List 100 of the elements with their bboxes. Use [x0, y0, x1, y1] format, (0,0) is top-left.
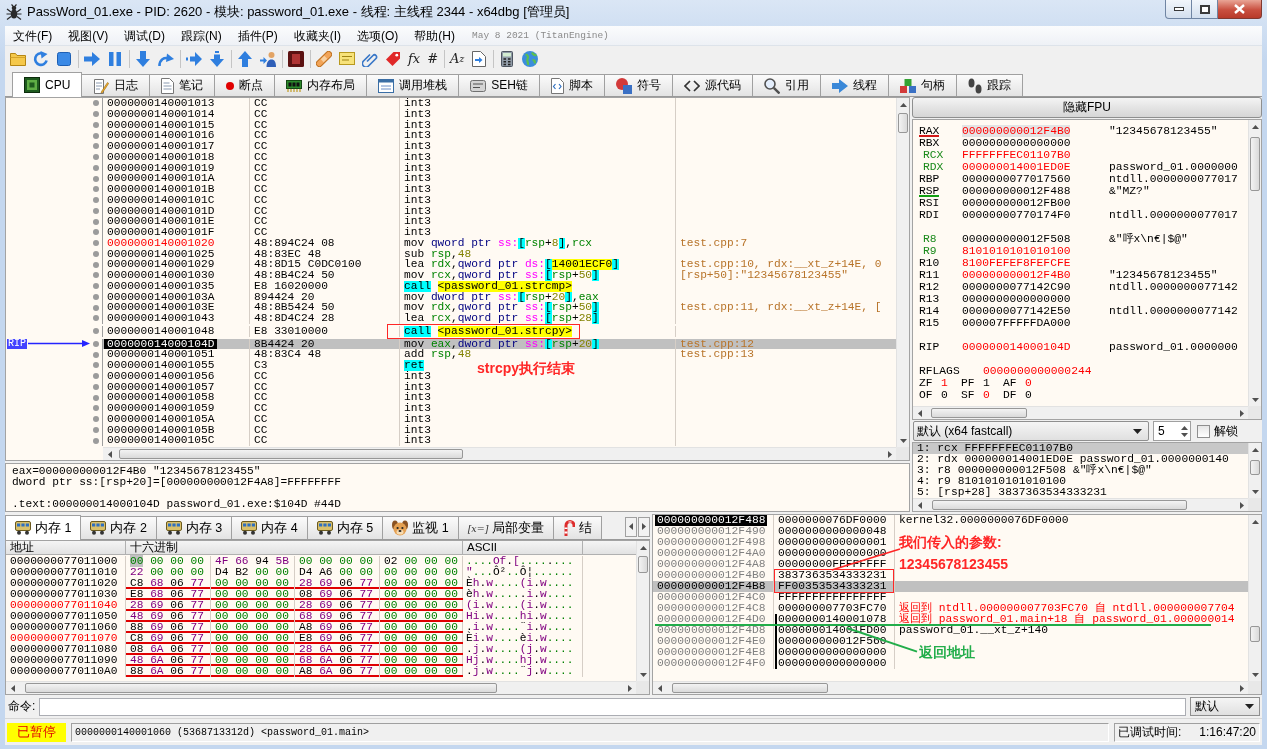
horizontal-scrollbar[interactable] [913, 406, 1248, 419]
menu-item[interactable]: 选项(O) [349, 26, 407, 45]
dot-icon[interactable] [93, 426, 99, 433]
right-arrow-icon[interactable] [627, 684, 632, 692]
dot-icon[interactable] [93, 328, 99, 335]
register-value[interactable]: 000000014000104D [962, 341, 1071, 353]
menu-item[interactable]: 文件(F) [5, 26, 61, 45]
dot-icon[interactable] [93, 240, 99, 247]
scrollbar-thumb[interactable] [898, 113, 908, 133]
argument-row[interactable]: 2: rdx 000000014001ED0E password_01.0000000140 [913, 454, 1248, 465]
vertical-scrollbar[interactable] [636, 541, 649, 681]
scrollbar-thumb[interactable] [25, 683, 497, 693]
register-value[interactable]: 000000014001ED0E [962, 161, 1071, 173]
argument-count-spinbox[interactable]: 5 [1153, 421, 1191, 441]
dot-icon[interactable] [93, 383, 99, 390]
scrollbar-thumb[interactable] [638, 556, 648, 573]
right-arrow-icon[interactable] [1239, 501, 1244, 509]
register-value[interactable]: 0000000000000000 [962, 137, 1071, 149]
flag-value[interactable]: 0 [1025, 377, 1032, 389]
menu-item[interactable]: 跟踪(N) [173, 26, 230, 45]
tab[interactable]: 结 [553, 516, 603, 539]
dot-icon[interactable] [93, 340, 99, 347]
flag-value[interactable]: 1 [941, 377, 948, 389]
horizontal-scrollbar[interactable] [6, 681, 636, 694]
selected-row[interactable]: 000000000012F4B8 FF00353534333231 [653, 581, 1248, 592]
tab[interactable]: 调用堆栈 [366, 74, 460, 96]
up-arrow-icon[interactable] [899, 102, 907, 107]
toolbar-button[interactable]: # [424, 47, 442, 70]
scroll-right-button[interactable] [638, 516, 650, 537]
down-arrow-icon[interactable] [639, 672, 647, 677]
menu-item[interactable]: 调试(D) [116, 26, 173, 45]
vertical-scrollbar[interactable] [896, 98, 909, 447]
command-input[interactable] [39, 697, 1186, 716]
argument-row[interactable]: 1: rcx FFFFFFFEC01107B0 [913, 443, 1248, 454]
column-header[interactable]: ASCII [463, 541, 583, 554]
argument-row[interactable]: 3: r8 000000000012F508 &"呼x\n€|$@" [913, 465, 1248, 476]
dot-icon[interactable] [93, 272, 99, 279]
dot-icon[interactable] [93, 186, 99, 193]
toolbar-button[interactable]: fx [405, 47, 424, 70]
hide-fpu-button[interactable]: 隐藏FPU [912, 97, 1262, 118]
register-value[interactable]: 000000000012F508 [962, 233, 1071, 245]
dot-icon[interactable] [93, 315, 99, 322]
register-value[interactable]: 8101010101010100 [962, 245, 1071, 257]
dot-icon[interactable] [93, 175, 99, 182]
register-value[interactable]: 00000000770174F0 [962, 209, 1071, 221]
tab[interactable]: 引用 [752, 74, 822, 96]
argument-row[interactable]: 5: [rsp+28] 3837363534333231 [913, 487, 1248, 498]
tab[interactable]: 断点 [214, 74, 276, 96]
maximize-button[interactable] [1192, 0, 1218, 19]
dot-icon[interactable] [93, 250, 99, 257]
command-mode-dropdown[interactable]: 默认 [1190, 697, 1260, 716]
left-arrow-icon[interactable] [10, 684, 15, 692]
register-value[interactable]: 000007FFFFFDA000 [962, 317, 1071, 329]
tab[interactable]: 源代码 [672, 74, 754, 96]
tab[interactable]: SEH链 [458, 74, 541, 96]
dot-icon[interactable] [93, 293, 99, 300]
menu-item[interactable]: 视图(V) [60, 26, 117, 45]
tab[interactable]: 监视 1 [382, 516, 459, 539]
tab[interactable]: CPU [12, 72, 83, 97]
calling-convention-dropdown[interactable]: 默认 (x64 fastcall) [913, 421, 1149, 441]
dot-icon[interactable] [93, 362, 99, 369]
up-arrow-icon[interactable] [1181, 425, 1188, 430]
checkbox-label[interactable]: 解锁 [1214, 422, 1238, 440]
tab[interactable]: 脚本 [539, 74, 606, 96]
dot-icon[interactable] [93, 437, 99, 444]
scrollbar-thumb[interactable] [932, 500, 1187, 510]
tab[interactable]: 内存布局 [274, 74, 368, 96]
scrollbar-thumb[interactable] [119, 449, 463, 459]
current-row[interactable]: 000000014000104D 8B4424 20 mov eax,dword ptr ss:[rsp+20] test.cpp:12 [103, 338, 896, 350]
dot-icon[interactable] [93, 416, 99, 423]
dot-icon[interactable] [93, 283, 99, 290]
up-arrow-icon[interactable] [1251, 519, 1259, 524]
flag-value[interactable]: 1 [983, 377, 990, 389]
dot-icon[interactable] [93, 111, 99, 118]
vertical-scrollbar[interactable] [1248, 120, 1261, 406]
scrollbar-thumb[interactable] [931, 408, 1027, 418]
dot-icon[interactable] [93, 351, 99, 358]
menu-item[interactable]: 插件(P) [229, 26, 286, 45]
dot-icon[interactable] [93, 229, 99, 236]
dot-icon[interactable] [93, 164, 99, 171]
dot-icon[interactable] [93, 405, 99, 412]
left-arrow-icon[interactable] [917, 501, 922, 509]
right-arrow-icon[interactable] [887, 450, 892, 458]
dot-icon[interactable] [93, 218, 99, 225]
vertical-scrollbar[interactable] [1248, 443, 1261, 498]
register-value[interactable]: 0000000077142E50 [962, 305, 1071, 317]
dot-icon[interactable] [93, 373, 99, 380]
down-arrow-icon[interactable] [1251, 489, 1259, 494]
tab[interactable]: 句柄 [888, 74, 958, 96]
left-arrow-icon[interactable] [107, 450, 112, 458]
scrollbar-thumb[interactable] [672, 683, 828, 693]
checkbox[interactable] [1197, 424, 1210, 438]
right-arrow-icon[interactable] [1239, 409, 1244, 417]
flag-value[interactable]: 0 [941, 389, 948, 401]
tab[interactable]: 符号 [604, 74, 674, 96]
register-value[interactable]: FFFFFFFEC01107B0 [962, 149, 1071, 161]
tab[interactable]: 笔记 [149, 74, 216, 96]
column-header[interactable]: 十六进制 [126, 541, 463, 554]
dot-icon[interactable] [93, 100, 99, 107]
dot-icon[interactable] [93, 132, 99, 139]
